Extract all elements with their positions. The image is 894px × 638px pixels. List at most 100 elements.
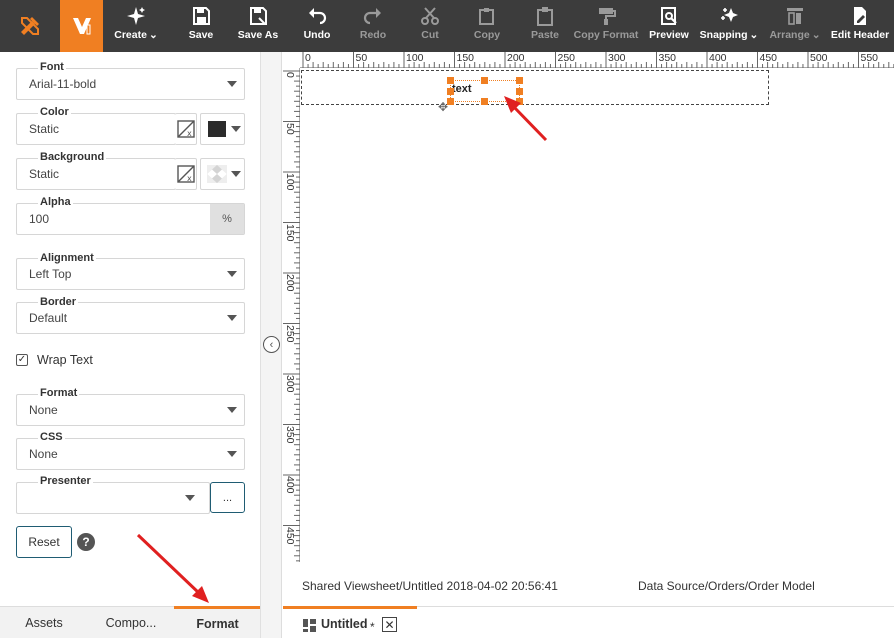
vertical-ruler: 0 50 100 150 200 250 300 350 400 450 [283, 68, 300, 562]
paste-label: Paste [530, 29, 560, 41]
sparkle-icon [127, 7, 145, 25]
undo-icon [309, 8, 327, 25]
resize-handle[interactable] [481, 77, 488, 84]
ruler-tick-label: 0 [305, 52, 311, 64]
resize-handle[interactable] [481, 98, 488, 105]
ruler-tick-label: 450 [284, 526, 296, 545]
ruler-tick-label: 350 [284, 425, 296, 444]
color-label: Color [38, 106, 71, 118]
ruler-tick-label: 150 [284, 223, 296, 242]
viewsheet-canvas[interactable]: 0 50 100 150 200 250 300 350 400 450 500 550 0 50 100… [283, 52, 894, 606]
vi-logo-icon [72, 18, 91, 35]
copy-format-button[interactable]: Copy Format [573, 0, 639, 52]
resize-handle[interactable] [516, 98, 523, 105]
copy-label: Copy [473, 29, 501, 41]
ruler-tick-label: 300 [608, 52, 626, 64]
move-icon[interactable]: ✥ [436, 100, 450, 114]
help-icon[interactable]: ? [77, 533, 95, 551]
resize-handle[interactable] [516, 77, 523, 84]
css-label: CSS [38, 431, 65, 443]
arrange-button[interactable]: Arrange ⌄ [769, 0, 821, 52]
resize-handle[interactable] [447, 77, 454, 84]
cut-icon [421, 7, 439, 25]
cut-button[interactable]: Cut [414, 0, 446, 52]
redo-label: Redo [359, 29, 387, 41]
paint-roller-icon [599, 8, 616, 25]
tab-untitled[interactable]: Untitled * ✕ [283, 606, 417, 638]
caret-down-icon [227, 271, 237, 277]
border-value: Default [29, 311, 68, 325]
alpha-unit: % [210, 204, 244, 234]
text-component-label: text [452, 83, 472, 95]
snapping-button[interactable]: Snapping ⌄ [700, 0, 758, 52]
background-label: Background [38, 151, 107, 163]
panel-tabs: Assets Compo... Format [0, 606, 261, 638]
save-label: Save [188, 29, 214, 41]
presenter-more-button[interactable]: ... [210, 482, 245, 513]
background-picker-button[interactable] [200, 158, 245, 190]
preview-button[interactable]: Preview [648, 0, 690, 52]
undo-button[interactable]: Undo [298, 0, 336, 52]
caret-down-icon [227, 451, 237, 457]
collapse-panel-icon[interactable]: ‹ [263, 336, 280, 353]
svg-text:x: x [187, 174, 192, 183]
color-picker-button[interactable] [200, 113, 245, 145]
status-data-source: Data Source/Orders/Order Model [638, 579, 815, 593]
panel-splitter[interactable]: ‹ [260, 52, 282, 638]
alpha-value: 100 [29, 212, 50, 226]
create-button[interactable]: Create ⌄ [112, 0, 160, 52]
ruler-tick-label: 550 [860, 52, 879, 64]
caret-down-icon [227, 81, 237, 87]
viewsheet-icon [303, 619, 316, 632]
ruler-tick-label: 400 [284, 476, 296, 494]
format-panel: Arial-11-bold Font Static x Color Static… [0, 52, 260, 606]
wrap-text-checkbox[interactable]: ✓ [16, 354, 28, 366]
ruler-tick-label: 250 [284, 324, 296, 343]
close-icon[interactable]: ✕ [382, 617, 397, 632]
caret-down-icon [231, 171, 241, 177]
caret-down-icon [231, 126, 241, 132]
reset-button[interactable]: Reset [16, 526, 72, 558]
redo-icon [363, 8, 381, 25]
tab-components[interactable]: Compo... [88, 607, 174, 638]
ruler-tick-label: 50 [355, 52, 368, 64]
css-value: None [29, 447, 58, 461]
cut-label: Cut [421, 29, 439, 41]
ruler-tick-label: 200 [284, 274, 296, 292]
save-button[interactable]: Save [181, 0, 221, 52]
copy-button[interactable]: Copy [469, 0, 505, 52]
color-expression-button[interactable]: x [175, 113, 197, 145]
background-value: Static [29, 167, 60, 181]
edit-header-icon [854, 7, 866, 25]
edit-header-button[interactable]: Edit Header [831, 0, 889, 52]
paste-button[interactable]: Paste [527, 0, 563, 52]
document-tabs: Untitled * ✕ [283, 606, 894, 638]
chevron-down-icon: ⌄ [811, 29, 821, 41]
layout-container[interactable] [301, 70, 769, 105]
resize-handle[interactable] [447, 88, 454, 95]
tab-format[interactable]: Format [174, 606, 261, 638]
color-value: Static [29, 122, 60, 136]
ruler-tick-label: 100 [284, 173, 296, 191]
viewsheet-logo-icon[interactable] [60, 0, 103, 52]
presenter-label: Presenter [38, 475, 93, 487]
chevron-down-icon: ⌄ [148, 29, 158, 41]
edit-header-label: Edit Header [830, 29, 890, 41]
save-as-icon [250, 7, 267, 25]
resize-handle[interactable] [516, 88, 523, 95]
save-as-button[interactable]: Save As [236, 0, 280, 52]
ruler-tick-label: 50 [284, 122, 296, 135]
redo-button[interactable]: Redo [355, 0, 391, 52]
copy-format-label: Copy Format [573, 29, 639, 41]
ruler-tick-label: 450 [759, 52, 778, 64]
tab-assets[interactable]: Assets [0, 607, 88, 638]
background-expression-button[interactable]: x [175, 158, 197, 190]
app-logo-icon[interactable] [0, 0, 60, 52]
ruler-tick-label: 350 [658, 52, 677, 64]
paste-icon [537, 7, 553, 26]
save-as-label: Save As [237, 29, 279, 41]
preview-icon [661, 7, 677, 25]
check-icon: ✓ [17, 354, 27, 365]
horizontal-ruler-ticks [302, 52, 894, 68]
format-value: None [29, 403, 58, 417]
